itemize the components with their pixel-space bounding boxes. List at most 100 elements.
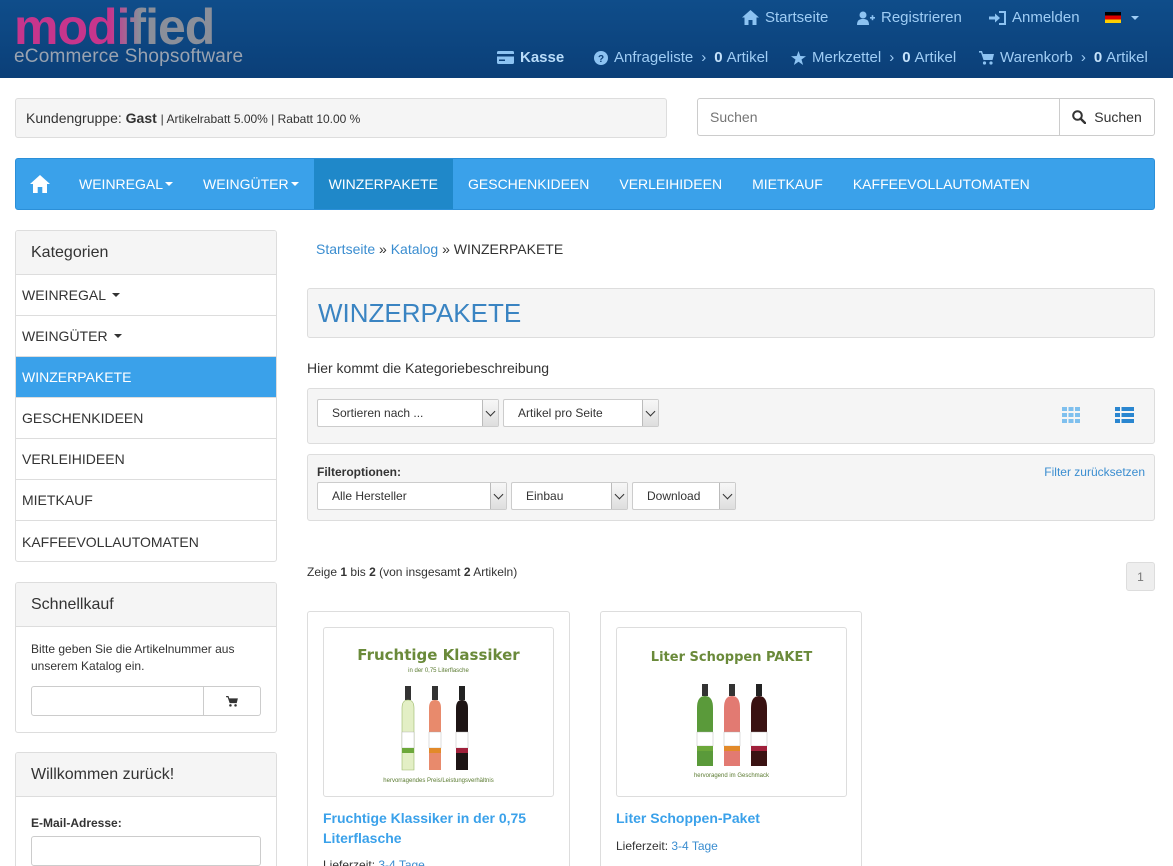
delivery-time-value[interactable]: 3-4 Tage <box>378 858 424 866</box>
listing-toolbar: Sortieren nach ... Artikel pro Seite <box>307 388 1155 444</box>
category-verleihideen[interactable]: VERLEIHIDEEN <box>16 439 276 480</box>
main-navigation: WEINREGAL WEINGÜTER WINZERPAKETE GESCHEN… <box>15 158 1155 210</box>
language-selector[interactable] <box>1105 12 1139 23</box>
delivery-time-value[interactable]: 3-4 Tage <box>671 839 717 853</box>
product-name-link[interactable]: Fruchtige Klassiker in der 0,75 Literfla… <box>323 808 558 848</box>
sort-select-value: Sortieren nach ... <box>332 406 424 420</box>
home-icon <box>742 10 759 25</box>
anmelden-link[interactable]: Anmelden <box>989 9 1080 26</box>
einbau-select[interactable]: Einbau <box>511 482 628 510</box>
chevron-right-icon: › <box>1080 49 1086 66</box>
list-view-icon[interactable] <box>1115 407 1134 426</box>
per-page-select-value: Artikel pro Seite <box>518 406 603 420</box>
count-prefix: Zeige <box>307 565 338 579</box>
email-field[interactable] <box>31 836 261 866</box>
nav-weinregal[interactable]: WEINREGAL <box>64 159 188 209</box>
caret-down-icon <box>290 182 299 186</box>
sort-select[interactable]: Sortieren nach ... <box>317 399 499 427</box>
breadcrumb: Startseite » Katalog » WINZERPAKETE <box>316 241 563 257</box>
nav-kaffeevollautomaten[interactable]: KAFFEEVOLLAUTOMATEN <box>838 159 1045 209</box>
login-panel: Willkommen zurück! E-Mail-Adresse: <box>15 752 277 866</box>
category-label: MIETKAUF <box>22 492 93 508</box>
category-kaffeevollautomaten[interactable]: KAFFEEVOLLAUTOMATEN <box>16 521 276 561</box>
chevron-right-icon: › <box>889 49 895 66</box>
category-label: VERLEIHIDEEN <box>22 451 125 467</box>
sign-in-icon <box>989 10 1006 25</box>
customer-group-label: Kundengruppe: <box>26 110 122 126</box>
grid-view-icon[interactable] <box>1062 407 1080 426</box>
count-from: 1 <box>340 565 348 579</box>
registrieren-link[interactable]: Registrieren <box>857 9 962 26</box>
quickbuy-title: Schnellkauf <box>16 583 276 627</box>
wine-bottles-icon <box>401 686 469 771</box>
categories-panel: Kategorien WEINREGAL WEINGÜTER WINZERPAK… <box>15 230 277 562</box>
search-button-label: Suchen <box>1094 109 1142 125</box>
merkzettel-link[interactable]: Merkzettel › 0 Artikel <box>791 49 956 66</box>
product-image-caption: hervoragend im Geschmack <box>693 773 770 779</box>
category-description: Hier kommt die Kategoriebeschreibung <box>307 360 550 376</box>
per-page-select[interactable]: Artikel pro Seite <box>503 399 659 427</box>
category-mietkauf[interactable]: MIETKAUF <box>16 480 276 521</box>
customer-group-name: Gast <box>125 110 157 126</box>
article-number-input[interactable] <box>31 686 204 716</box>
quickbuy-form <box>31 686 261 716</box>
delivery-time-label: Lieferzeit: <box>616 839 669 853</box>
product-image[interactable]: Fruchtige Klassiker in der 0,75 Literfla… <box>323 627 554 797</box>
delivery-time: Lieferzeit: 3-4 Tage <box>323 858 425 866</box>
breadcrumb-separator: » <box>442 241 450 257</box>
breadcrumb-separator: » <box>379 241 387 257</box>
merkzettel-unit: Artikel <box>914 49 957 66</box>
nav-geschenkideen[interactable]: GESCHENKIDEEN <box>453 159 604 209</box>
count-total: 2 <box>463 565 471 579</box>
product-name-link[interactable]: Liter Schoppen-Paket <box>616 808 851 828</box>
anfrageliste-link[interactable]: ? Anfrageliste › 0 Artikel <box>594 49 768 66</box>
nav-winzerpakete[interactable]: WINZERPAKETE <box>313 159 453 209</box>
startseite-link[interactable]: Startseite <box>742 9 828 26</box>
manufacturer-select-value: Alle Hersteller <box>332 489 407 503</box>
einbau-select-value: Einbau <box>526 489 564 503</box>
shopping-cart-icon <box>226 695 238 707</box>
delivery-time: Lieferzeit: 3-4 Tage <box>616 839 718 853</box>
shopping-cart-icon <box>979 50 994 65</box>
breadcrumb-home[interactable]: Startseite <box>316 241 375 257</box>
nav-home[interactable] <box>16 159 64 209</box>
category-weingueter[interactable]: WEINGÜTER <box>16 316 276 357</box>
nav-verleihideen[interactable]: VERLEIHIDEEN <box>604 159 737 209</box>
product-image[interactable]: Liter Schoppen PAKET hervoragend im Gesc… <box>616 627 847 797</box>
breadcrumb-current: WINZERPAKETE <box>453 241 564 257</box>
quickbuy-cart-button[interactable] <box>204 686 261 716</box>
kasse-link[interactable]: Kasse <box>497 49 564 66</box>
chevron-down-icon <box>482 400 498 426</box>
pagination-page-1[interactable]: 1 <box>1126 562 1155 591</box>
category-label: KAFFEEVOLLAUTOMATEN <box>22 533 199 550</box>
nav-mietkauf[interactable]: MIETKAUF <box>737 159 838 209</box>
caret-down-icon <box>165 182 174 186</box>
page-title: WINZERPAKETE <box>307 288 1155 338</box>
product-card: Fruchtige Klassiker in der 0,75 Literfla… <box>307 611 570 866</box>
anmelden-label: Anmelden <box>1012 9 1080 26</box>
search-input[interactable] <box>697 98 1060 136</box>
credit-card-icon <box>497 51 514 64</box>
anfrageliste-count: 0 <box>714 49 723 66</box>
caret-down-icon <box>112 293 121 297</box>
download-select[interactable]: Download <box>632 482 736 510</box>
filter-reset-link[interactable]: Filter zurücksetzen <box>1044 465 1145 479</box>
breadcrumb-catalog[interactable]: Katalog <box>391 241 438 257</box>
chevron-down-icon <box>719 483 735 509</box>
registrieren-label: Registrieren <box>881 9 962 26</box>
search-button[interactable]: Suchen <box>1059 98 1155 136</box>
nav-kaffeevollautomaten-label: KAFFEEVOLLAUTOMATEN <box>852 176 1030 192</box>
nav-weingueter[interactable]: WEINGÜTER <box>188 159 314 209</box>
category-weinregal[interactable]: WEINREGAL <box>16 275 276 316</box>
warenkorb-link[interactable]: Warenkorb › 0 Artikel <box>979 49 1148 66</box>
nav-weingueter-label: WEINGÜTER <box>203 176 289 192</box>
chevron-down-icon <box>490 483 506 509</box>
manufacturer-select[interactable]: Alle Hersteller <box>317 482 507 510</box>
logo[interactable]: modified eCommerce Shopsoftware <box>14 2 243 66</box>
result-count: Zeige 1 bis 2 (von insgesamt 2 Artikeln) <box>307 565 517 579</box>
kasse-label: Kasse <box>520 49 565 66</box>
category-geschenkideen[interactable]: GESCHENKIDEEN <box>16 398 276 439</box>
delivery-time-label: Lieferzeit: <box>323 858 376 866</box>
site-header: modified eCommerce Shopsoftware Startsei… <box>0 0 1173 78</box>
category-winzerpakete[interactable]: WINZERPAKETE <box>16 357 276 398</box>
